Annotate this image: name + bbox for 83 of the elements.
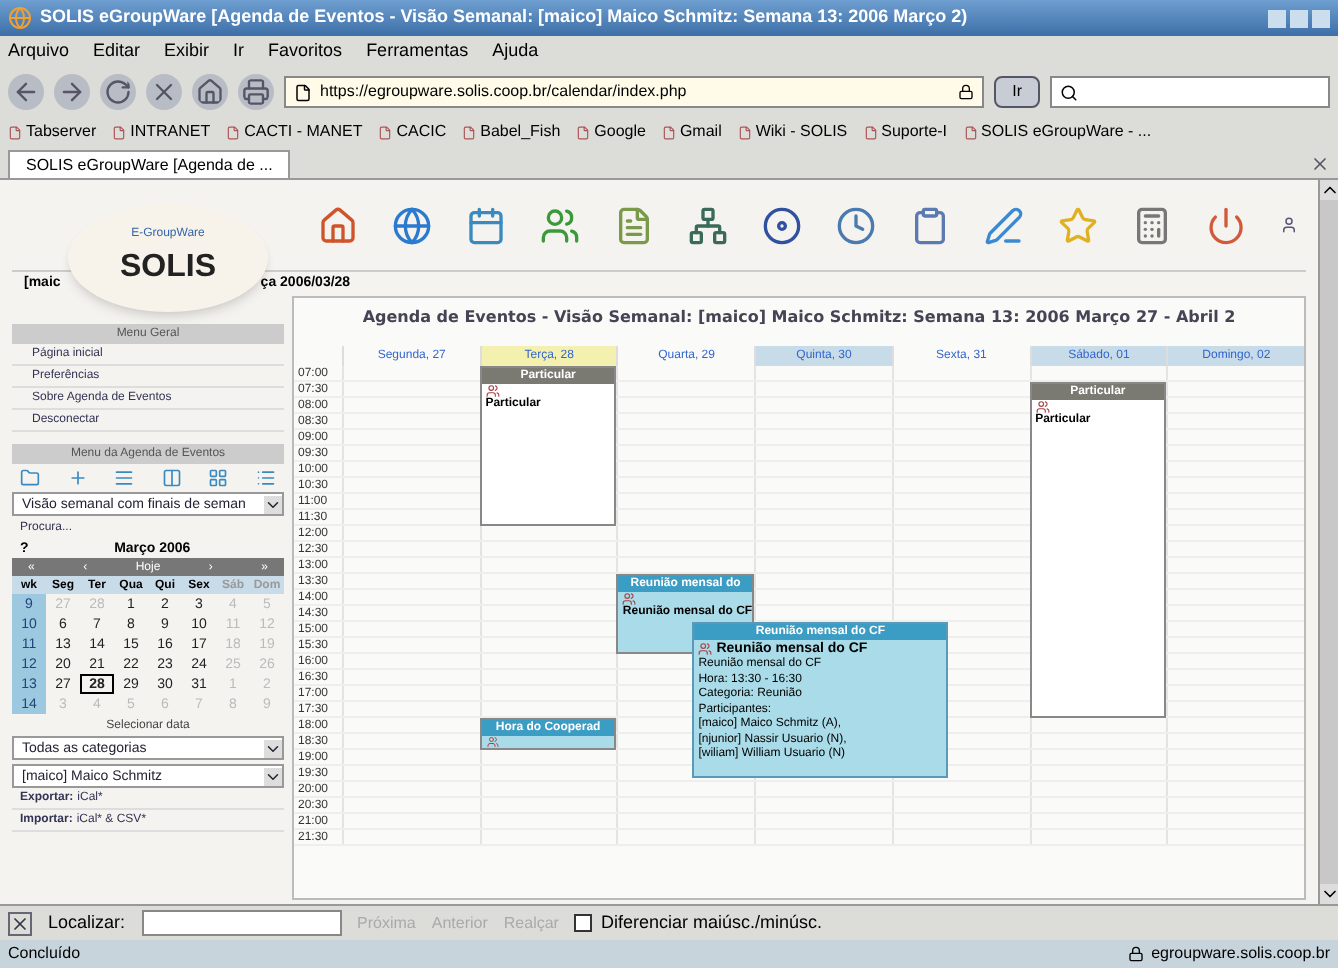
bookmark[interactable]: INTRANET xyxy=(112,120,211,144)
search-icon xyxy=(1060,83,1078,101)
status-text: Concluído xyxy=(8,942,81,966)
status-host: egroupware.solis.coop.br xyxy=(1127,942,1330,966)
menu-item[interactable]: Exibir xyxy=(164,38,210,66)
menu-item[interactable]: Arquivo xyxy=(8,38,70,66)
browser-tab[interactable]: SOLIS eGroupWare [Agenda de ... xyxy=(8,150,291,178)
logo-text: SOLIS xyxy=(119,247,216,287)
address-field[interactable]: https://egroupware.solis.coop.br/calendar/index.php xyxy=(284,76,985,108)
people-icon xyxy=(622,592,637,606)
find-field[interactable] xyxy=(141,910,342,936)
hierarchy-icon[interactable] xyxy=(688,205,728,245)
page-icon xyxy=(112,125,127,139)
bookmark[interactable]: Tabserver xyxy=(8,120,97,144)
find-label: Localizar: xyxy=(48,909,126,936)
clock-icon[interactable] xyxy=(836,205,876,245)
menu-item[interactable]: Favoritos xyxy=(268,38,343,66)
menu-item[interactable]: Ir xyxy=(233,38,245,66)
bookmark[interactable]: Babel_Fish xyxy=(462,120,561,144)
page-icon xyxy=(378,125,393,139)
folder-icon[interactable] xyxy=(20,468,40,488)
people-icon xyxy=(1035,400,1050,414)
bookmark[interactable]: Google xyxy=(576,120,646,144)
scrollbar[interactable] xyxy=(1318,180,1338,904)
people-icon[interactable] xyxy=(540,205,580,245)
week-view-icon[interactable] xyxy=(161,468,182,488)
bookmark[interactable]: SOLIS eGroupWare - ... xyxy=(963,120,1152,144)
search-field[interactable] xyxy=(1050,76,1330,108)
bookmark[interactable]: Gmail xyxy=(661,120,722,144)
page-icon xyxy=(8,125,22,139)
scroll-up-icon[interactable] xyxy=(1320,180,1338,200)
star-icon[interactable] xyxy=(1058,205,1098,245)
dropdown-arrow-icon xyxy=(264,739,282,757)
close-tab-icon[interactable] xyxy=(1310,154,1330,174)
page-icon xyxy=(294,83,312,101)
window-title: SOLIS eGroupWare [Agenda de Eventos - Visão Semanal: [maico] Maico Schmitz: Semana 13: 2006 Março 2) xyxy=(40,4,970,31)
people-icon xyxy=(485,736,500,748)
document-icon[interactable] xyxy=(614,205,654,245)
page-icon xyxy=(226,125,241,139)
globe-icon[interactable] xyxy=(392,205,432,245)
calendar-heading: Agenda de Eventos - Visão Semanal: [maico] Maico Schmitz: Semana 13: 2006 Março 27 - Abril 2 xyxy=(360,306,1238,330)
menu-item[interactable]: Ferramentas xyxy=(366,38,469,66)
lock-icon xyxy=(958,84,975,100)
calculator-icon[interactable] xyxy=(1132,205,1172,245)
disc-icon[interactable] xyxy=(762,205,802,245)
page-icon xyxy=(737,125,752,139)
pen-icon[interactable] xyxy=(984,205,1024,245)
forward-icon[interactable] xyxy=(54,74,90,110)
scroll-down-icon[interactable] xyxy=(1320,884,1338,904)
menu-item[interactable]: Ajuda xyxy=(492,38,539,66)
user-icon[interactable] xyxy=(1280,216,1298,234)
match-case-checkbox[interactable]: Diferenciar maiúsc./minúsc. xyxy=(574,909,822,937)
back-icon[interactable] xyxy=(8,74,44,110)
power-icon[interactable] xyxy=(1206,205,1246,245)
window-controls-icon[interactable] xyxy=(1268,9,1330,27)
page-icon xyxy=(863,125,878,139)
people-icon xyxy=(485,384,500,398)
menu-item[interactable]: Editar xyxy=(93,38,141,66)
page-icon xyxy=(963,125,978,139)
dropdown-arrow-icon xyxy=(264,495,282,513)
day-view-icon[interactable] xyxy=(114,468,135,488)
page-icon xyxy=(576,125,591,139)
lock-icon xyxy=(1127,946,1144,962)
month-view-icon[interactable] xyxy=(208,468,229,488)
browser-icon xyxy=(8,6,32,30)
home-icon[interactable] xyxy=(192,74,228,110)
calendar-icon[interactable] xyxy=(466,205,506,245)
printer-icon[interactable] xyxy=(238,74,274,110)
dropdown-arrow-icon xyxy=(264,767,282,785)
reload-icon[interactable] xyxy=(100,74,136,110)
bookmark[interactable]: CACIC xyxy=(378,120,447,144)
stop-icon[interactable] xyxy=(146,74,182,110)
add-icon[interactable] xyxy=(67,468,88,488)
close-find-icon[interactable] xyxy=(8,911,32,935)
bookmark[interactable]: Suporte-I xyxy=(863,120,948,144)
clipboard-icon[interactable] xyxy=(910,205,950,245)
bookmark[interactable]: CACTI - MANET xyxy=(226,120,363,144)
page-icon xyxy=(661,125,676,139)
people-icon xyxy=(698,642,713,656)
bookmark[interactable]: Wiki - SOLIS xyxy=(737,120,848,144)
page-icon xyxy=(462,125,477,139)
house-icon[interactable] xyxy=(318,205,358,245)
go-button[interactable]: Ir xyxy=(994,76,1040,108)
